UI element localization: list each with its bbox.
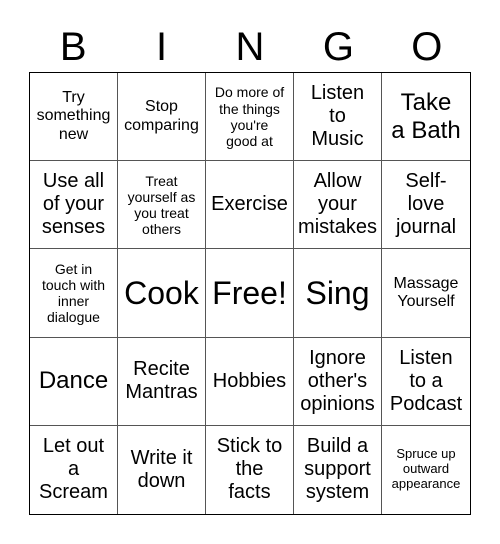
cell-text: Listen to a Podcast — [389, 346, 463, 415]
cell-text: Use all of your senses — [41, 170, 106, 239]
cell-text: Take a Bath — [391, 89, 461, 144]
bingo-cell-r4-c3[interactable]: Hobbies — [206, 337, 294, 426]
cell-text: Sing — [305, 274, 370, 311]
cell-text: Treat yourself as you treat others — [127, 172, 196, 237]
cell-text: Let out a Scream — [39, 435, 108, 504]
cell-text: Try something new — [36, 89, 111, 143]
bingo-header: B I N G O — [29, 22, 471, 72]
bingo-cell-r2-c5[interactable]: Self- love journal — [382, 161, 470, 250]
bingo-cell-r5-c5[interactable]: Spruce up outward appearance — [382, 426, 470, 514]
bingo-cell-free[interactable]: Free! — [206, 249, 294, 338]
header-letter-g: G — [322, 25, 354, 69]
bingo-cell-r5-c2[interactable]: Write it down — [118, 425, 206, 514]
bingo-cell-r3-c4[interactable]: Sing — [294, 249, 382, 338]
bingo-cell-r3-c5[interactable]: Massage Yourself — [382, 249, 470, 338]
header-letter-b: B — [59, 25, 87, 69]
cell-text: Build a support system — [304, 435, 371, 504]
cell-text: Recite Mantras — [125, 358, 198, 404]
cell-text: Write it down — [130, 446, 193, 492]
header-letter-o: O — [411, 25, 443, 69]
bingo-cell-r3-c2[interactable]: Cook — [118, 249, 206, 338]
bingo-cell-r2-c3[interactable]: Exercise — [206, 161, 294, 250]
cell-text: Spruce up outward appearance — [391, 446, 461, 492]
bingo-cell-r2-c1[interactable]: Use all of your senses — [30, 161, 118, 250]
cell-text: Hobbies — [212, 369, 287, 392]
bingo-cell-r1-c5[interactable]: Take a Bath — [382, 73, 470, 162]
cell-text: Ignore other's opinions — [300, 346, 375, 415]
bingo-cell-r2-c4[interactable]: Allow your mistakes — [294, 161, 382, 250]
bingo-grid: Try something new Stop comparing Do more… — [29, 72, 471, 515]
cell-text: Self- love journal — [395, 170, 457, 239]
cell-text: Dance — [38, 367, 109, 395]
bingo-cell-r2-c2[interactable]: Treat yourself as you treat others — [118, 161, 206, 250]
bingo-cell-r3-c1[interactable]: Get in touch with inner dialogue — [30, 249, 118, 338]
header-letter-n: N — [235, 25, 265, 69]
cell-text: Stop comparing — [124, 98, 199, 134]
cell-text: Massage Yourself — [393, 274, 459, 310]
bingo-cell-r1-c4[interactable]: Listen to Music — [294, 73, 382, 162]
bingo-cell-r4-c5[interactable]: Listen to a Podcast — [382, 338, 470, 426]
bingo-cell-r4-c1[interactable]: Dance — [30, 337, 118, 426]
header-letter-i: I — [156, 25, 168, 69]
cell-text: Exercise — [211, 193, 288, 216]
cell-text: Listen to Music — [310, 82, 365, 151]
bingo-cell-r1-c3[interactable]: Do more of the things you're good at — [206, 73, 294, 162]
cell-text: Do more of the things you're good at — [214, 84, 285, 149]
bingo-cell-r5-c3[interactable]: Stick to the facts — [206, 425, 294, 514]
bingo-cell-r4-c4[interactable]: Ignore other's opinions — [294, 337, 382, 426]
cell-text: Get in touch with inner dialogue — [41, 260, 106, 326]
bingo-cell-r1-c1[interactable]: Try something new — [30, 73, 118, 162]
cell-text: Stick to the facts — [216, 435, 283, 504]
bingo-cell-r1-c2[interactable]: Stop comparing — [118, 73, 206, 162]
bingo-cell-r5-c4[interactable]: Build a support system — [294, 425, 382, 514]
bingo-cell-r5-c1[interactable]: Let out a Scream — [30, 425, 118, 514]
free-space-text: Free! — [212, 274, 287, 311]
cell-text: Cook — [124, 274, 199, 311]
bingo-cell-r4-c2[interactable]: Recite Mantras — [118, 337, 206, 426]
cell-text: Allow your mistakes — [298, 170, 377, 239]
